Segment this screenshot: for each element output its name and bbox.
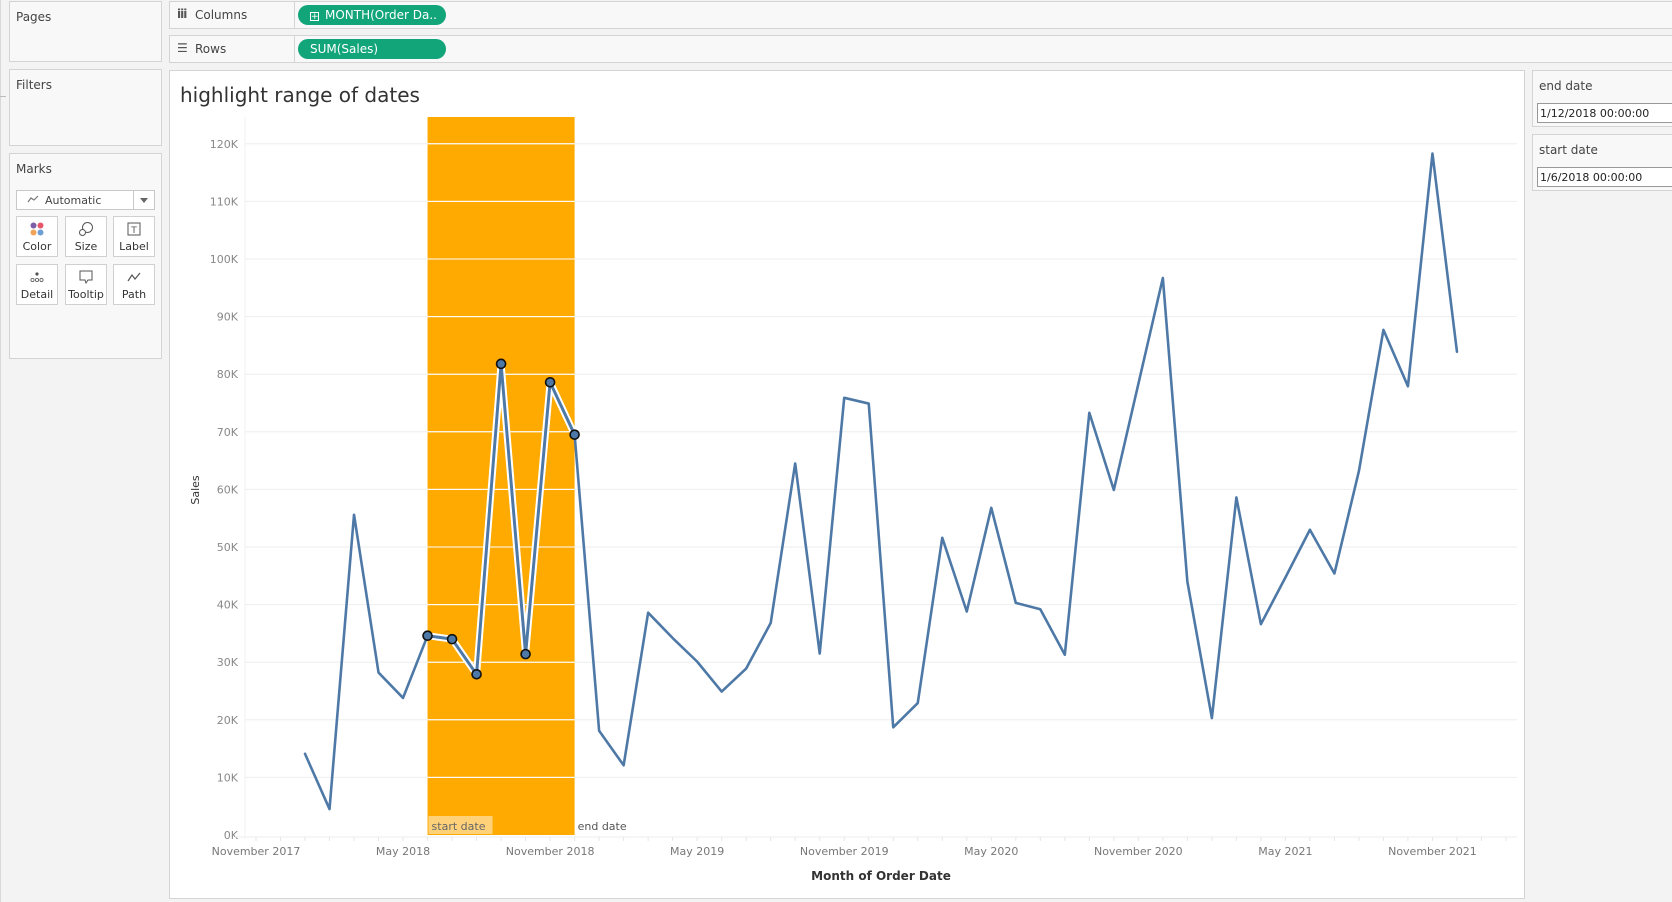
color-label: Color xyxy=(22,240,52,253)
pages-card[interactable]: Pages xyxy=(9,1,162,62)
viz-panel: highlight range of dates xyxy=(169,70,1525,899)
columns-icon: iii xyxy=(177,7,187,21)
chart-title: highlight range of dates xyxy=(180,83,420,107)
start-date-parameter: start date xyxy=(1532,134,1672,191)
tooltip-bubble-icon xyxy=(66,269,106,285)
color-dots-icon xyxy=(17,221,57,237)
month-order-date-pill[interactable]: + MONTH(Order Da.. xyxy=(298,5,446,25)
start-date-input[interactable] xyxy=(1537,167,1672,187)
rows-shelf[interactable]: ☰ Rows SUM(Sales) xyxy=(169,35,1672,63)
columns-pill-label: MONTH(Order Da.. xyxy=(325,8,437,22)
detail-button[interactable]: Detail xyxy=(16,264,58,305)
size-label: Size xyxy=(74,240,98,253)
start-date-label: start date xyxy=(1539,143,1598,157)
text-label-icon: T xyxy=(114,221,154,237)
path-line-icon xyxy=(114,269,154,285)
rows-pill-label: SUM(Sales) xyxy=(310,42,379,56)
detail-label: Detail xyxy=(20,288,54,301)
tooltip-label: Tooltip xyxy=(68,288,104,301)
window-edge xyxy=(0,0,1,902)
end-date-label: end date xyxy=(1539,79,1593,93)
rows-icon: ☰ xyxy=(177,41,188,55)
label-button[interactable]: T Label xyxy=(113,216,155,257)
marks-title: Marks xyxy=(16,162,52,176)
rows-shelf-label: ☰ Rows xyxy=(170,36,295,62)
path-label: Path xyxy=(121,288,147,301)
svg-text:T: T xyxy=(130,226,137,236)
size-circles-icon xyxy=(66,221,106,237)
window-edge-tick xyxy=(0,96,6,97)
end-date-parameter: end date xyxy=(1532,70,1672,127)
mark-type-label: Automatic xyxy=(45,194,102,207)
size-button[interactable]: Size xyxy=(65,216,107,257)
path-button[interactable]: Path xyxy=(113,264,155,305)
pages-title: Pages xyxy=(16,10,52,24)
expand-plus-icon[interactable]: + xyxy=(310,12,319,22)
color-button[interactable]: Color xyxy=(16,216,58,257)
chevron-down-icon[interactable] xyxy=(133,191,154,209)
columns-label: Columns xyxy=(195,8,248,22)
line-chart-icon xyxy=(27,193,39,208)
end-date-input[interactable] xyxy=(1537,103,1672,123)
mark-type-dropdown[interactable]: Automatic xyxy=(16,190,155,210)
filters-card[interactable]: Filters xyxy=(9,69,162,146)
columns-shelf-label: iii Columns xyxy=(170,2,295,28)
label-label: Label xyxy=(119,240,149,253)
rows-label: Rows xyxy=(195,42,227,56)
tooltip-button[interactable]: Tooltip xyxy=(65,264,107,305)
detail-dots-icon xyxy=(17,269,57,285)
columns-shelf[interactable]: iii Columns + MONTH(Order Da.. xyxy=(169,1,1672,29)
filters-title: Filters xyxy=(16,78,52,92)
sum-sales-pill[interactable]: SUM(Sales) xyxy=(298,39,446,59)
